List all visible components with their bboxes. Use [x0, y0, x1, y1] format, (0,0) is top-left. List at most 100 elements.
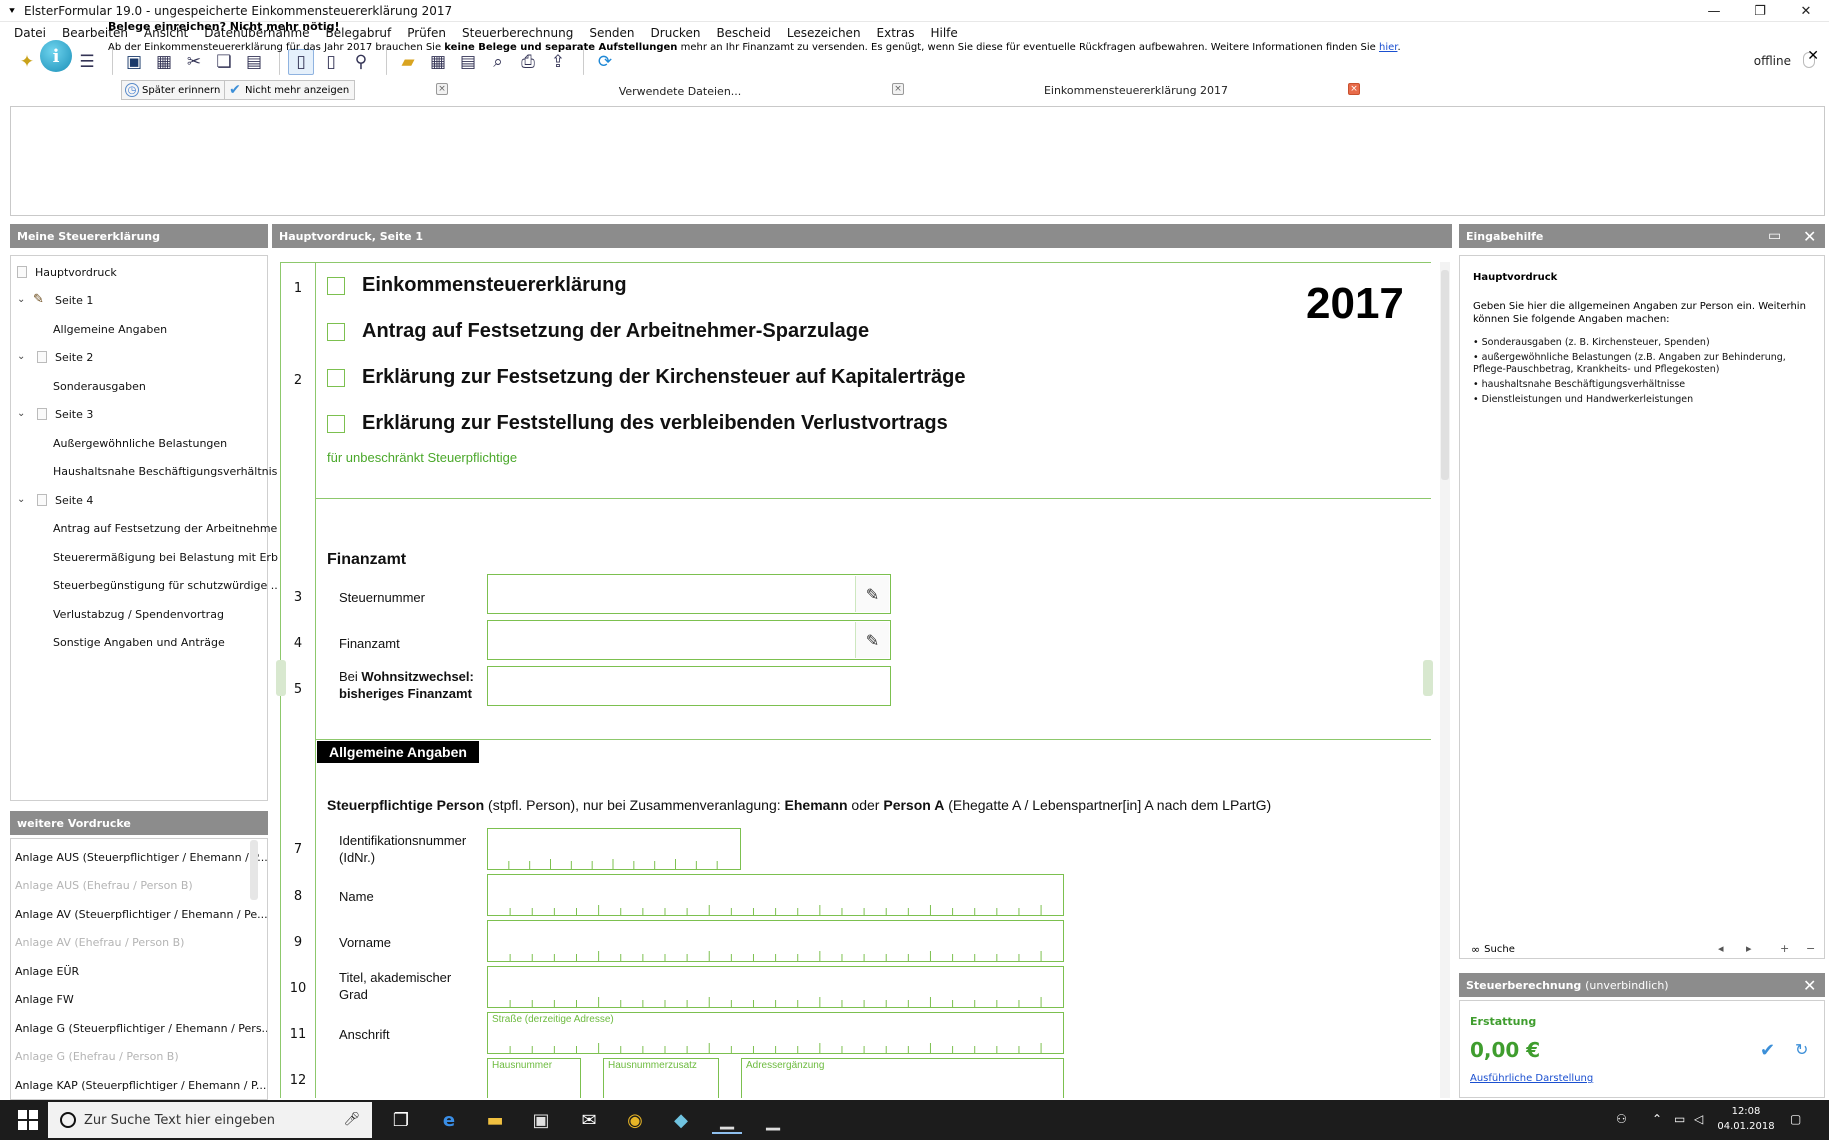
- scrollbar-thumb[interactable]: [1441, 270, 1449, 480]
- minimize-button[interactable]: —: [1691, 0, 1737, 22]
- microphone-icon[interactable]: 🎤︎: [343, 1112, 360, 1127]
- close-window-button[interactable]: ✕: [1783, 0, 1829, 22]
- chevron-down-icon[interactable]: ⌄: [17, 351, 25, 362]
- adressergaenzung-input[interactable]: Adressergänzung: [741, 1058, 1064, 1098]
- tree-item-steuerbeguenstigung[interactable]: Steuerbegünstigung für schutzwürdige ...: [53, 579, 281, 592]
- edge-icon[interactable]: e: [434, 1106, 464, 1134]
- tree-item-steuerermaessigung[interactable]: Steuerermäßigung bei Belastung mit Erb..…: [53, 551, 288, 564]
- menu-bescheid[interactable]: Bescheid: [708, 26, 778, 40]
- remind-later-button[interactable]: ◷ Später erinnern: [121, 80, 227, 100]
- elster-taskbar-icon[interactable]: ▁: [712, 1106, 742, 1134]
- restore-button[interactable]: ❐: [1737, 0, 1783, 22]
- finanzamt-input[interactable]: ✎: [487, 620, 891, 660]
- chevron-down-icon[interactable]: ⌄: [17, 494, 25, 505]
- chevron-down-icon[interactable]: ⌄: [17, 408, 25, 419]
- forward-icon[interactable]: ▸: [1746, 942, 1752, 955]
- volume-icon[interactable]: ◁: [1694, 1112, 1703, 1126]
- list-item[interactable]: Anlage KAP (Steuerpflichtiger / Ehemann …: [15, 1079, 266, 1092]
- tree-item-hauptvordruck[interactable]: Hauptvordruck: [35, 266, 117, 279]
- menu-pruefen[interactable]: Prüfen: [399, 26, 454, 40]
- tree-item-seite-3[interactable]: Seite 3: [55, 408, 93, 421]
- idnr-input[interactable]: [487, 828, 741, 870]
- tray-expand-icon[interactable]: ⌃: [1652, 1112, 1662, 1126]
- close-tab-icon[interactable]: ×: [436, 83, 448, 95]
- mail-icon[interactable]: ✉: [574, 1106, 604, 1134]
- close-tab-icon[interactable]: ×: [892, 83, 904, 95]
- checkbox-einkommensteuererklaerung[interactable]: [327, 277, 345, 295]
- collapse-right-handle[interactable]: [1423, 660, 1433, 696]
- row-number: 2: [293, 373, 303, 388]
- menu-extras[interactable]: Extras: [869, 26, 923, 40]
- bisheriges-finanzamt-input[interactable]: [487, 666, 891, 706]
- edit-pencil-icon[interactable]: ✎: [855, 576, 889, 612]
- vorname-input[interactable]: [487, 920, 1064, 962]
- checkbox-kirchensteuer[interactable]: [327, 369, 345, 387]
- minimize-panel-icon[interactable]: ▭: [1768, 228, 1781, 244]
- banner-link[interactable]: hier: [1379, 42, 1397, 53]
- vordrucke-scrollbar[interactable]: [250, 840, 258, 900]
- task-view-icon[interactable]: ❐: [386, 1106, 416, 1134]
- zoom-out-icon[interactable]: −: [1806, 942, 1815, 955]
- tree-item-allgemeine-angaben[interactable]: Allgemeine Angaben: [53, 323, 167, 336]
- tree-item-sonderausgaben[interactable]: Sonderausgaben: [53, 380, 146, 393]
- edit-pencil-icon[interactable]: ✎: [855, 622, 889, 658]
- clock[interactable]: 12:08 04.01.2018: [1716, 1104, 1776, 1134]
- tree-item-haushaltsnahe[interactable]: Haushaltsnahe Beschäftigungsverhältnis..…: [53, 465, 288, 478]
- list-item[interactable]: Anlage EÜR: [15, 965, 79, 978]
- tree-item-antrag-arbeitnehmer[interactable]: Antrag auf Festsetzung der Arbeitnehme..…: [53, 522, 288, 535]
- list-icon[interactable]: ☰: [74, 49, 100, 75]
- titel-input[interactable]: [487, 966, 1064, 1008]
- close-calc-icon[interactable]: ✕: [1803, 976, 1816, 995]
- strasse-input[interactable]: Straße (derzeitige Adresse): [487, 1012, 1064, 1054]
- refresh-icon[interactable]: ↻: [1795, 1040, 1808, 1059]
- label-part: Bei: [339, 669, 362, 684]
- chevron-down-icon[interactable]: ⌄: [17, 294, 25, 305]
- menu-drucken[interactable]: Drucken: [643, 26, 709, 40]
- zoom-in-icon[interactable]: +: [1780, 942, 1789, 955]
- elster-taskbar-icon-2[interactable]: ▁: [758, 1106, 788, 1134]
- close-banner-icon[interactable]: ✕: [1807, 48, 1819, 64]
- app-icon[interactable]: ◆: [666, 1106, 696, 1134]
- taskbar-search[interactable]: Zur Suche Text hier eingeben 🎤︎: [48, 1102, 372, 1138]
- tree-item-verlustabzug[interactable]: Verlustabzug / Spendenvortrag: [53, 608, 224, 621]
- tab-einkommensteuererklaerung[interactable]: Einkommensteuererklärung 2017: [916, 80, 1356, 102]
- people-icon[interactable]: ⚇: [1616, 1112, 1627, 1126]
- close-panel-icon[interactable]: ✕: [1803, 227, 1816, 246]
- dont-show-again-button[interactable]: ✔ Nicht mehr anzeigen: [224, 80, 356, 100]
- tree-item-seite-4[interactable]: Seite 4: [55, 494, 93, 507]
- new-file-icon[interactable]: ✦: [14, 49, 40, 75]
- menu-hilfe[interactable]: Hilfe: [922, 26, 965, 40]
- name-input[interactable]: [487, 874, 1064, 916]
- collapse-left-handle[interactable]: [276, 660, 286, 696]
- menu-steuerberechnung[interactable]: Steuerberechnung: [454, 26, 581, 40]
- checkbox-sparzulage[interactable]: [327, 323, 345, 341]
- details-link[interactable]: Ausführliche Darstellung: [1470, 1073, 1593, 1084]
- tree-item-seite-2[interactable]: Seite 2: [55, 351, 93, 364]
- tab-verwendete-dateien[interactable]: Verwendete Dateien...: [460, 80, 900, 102]
- back-icon[interactable]: ◂: [1718, 942, 1724, 955]
- steuernummer-input[interactable]: ✎: [487, 574, 891, 614]
- checkbox-verlustvortrag[interactable]: [327, 415, 345, 433]
- file-explorer-icon[interactable]: ▬: [480, 1106, 510, 1134]
- menu-datei[interactable]: Datei: [6, 26, 54, 40]
- tree-item-aussergewoehnliche-belastungen[interactable]: Außergewöhnliche Belastungen: [53, 437, 227, 450]
- form-border: [315, 262, 316, 1098]
- menu-lesezeichen[interactable]: Lesezeichen: [779, 26, 869, 40]
- tree-item-sonstige-angaben[interactable]: Sonstige Angaben und Anträge: [53, 636, 225, 649]
- menu-senden[interactable]: Senden: [581, 26, 642, 40]
- notifications-icon[interactable]: ▢: [1790, 1112, 1801, 1126]
- store-icon[interactable]: ▣: [526, 1106, 556, 1134]
- list-item[interactable]: Anlage AV (Steuerpflichtiger / Ehemann /…: [15, 908, 267, 921]
- help-search[interactable]: ∞ Suche: [1471, 943, 1515, 956]
- checkmark-icon[interactable]: ✔: [1760, 1040, 1775, 1061]
- hausnummer-input[interactable]: Hausnummer: [487, 1058, 581, 1098]
- form-scrollbar[interactable]: [1440, 262, 1450, 1098]
- close-tab-icon[interactable]: ×: [1348, 83, 1360, 95]
- tree-item-seite-1[interactable]: Seite 1: [55, 294, 93, 307]
- list-item[interactable]: Anlage FW: [15, 993, 74, 1006]
- list-item[interactable]: Anlage AUS (Steuerpflichtiger / Ehemann …: [15, 851, 267, 864]
- list-item[interactable]: Anlage G (Steuerpflichtiger / Ehemann / …: [15, 1022, 267, 1035]
- chrome-icon[interactable]: ◉: [620, 1106, 650, 1134]
- hausnummerzusatz-input[interactable]: Hausnummerzusatz: [603, 1058, 719, 1098]
- windows-start-icon[interactable]: [18, 1110, 38, 1130]
